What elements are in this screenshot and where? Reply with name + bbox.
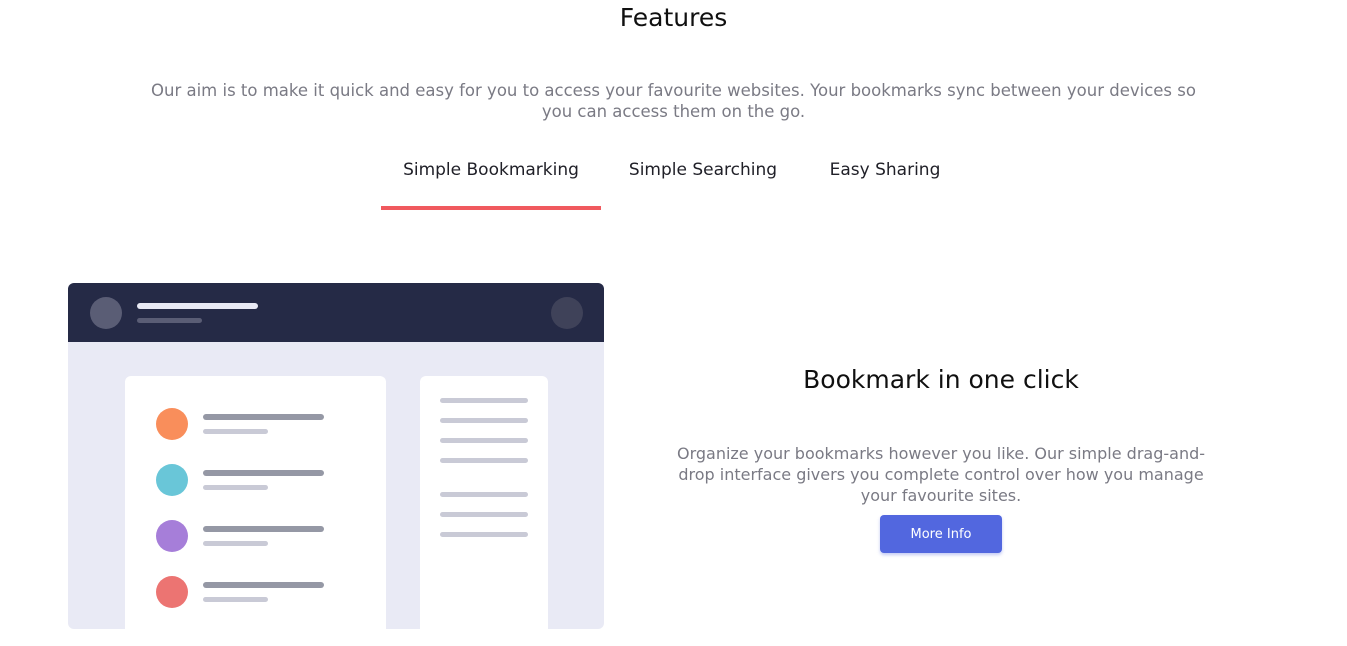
- feature-description: Organize your bookmarks however you like…: [676, 444, 1206, 505]
- red-dot-icon: [156, 576, 188, 608]
- bookmark-illustration: [68, 283, 604, 629]
- feature-title: Bookmark in one click: [803, 365, 1079, 394]
- purple-dot-icon: [156, 520, 188, 552]
- sidebar-line: [440, 458, 528, 463]
- active-tab-indicator: [381, 206, 601, 210]
- sidebar-line: [440, 532, 528, 537]
- list-subline: [203, 485, 268, 490]
- sidebar-card: [420, 376, 548, 629]
- tab-simple-searching[interactable]: Simple Searching: [610, 155, 796, 211]
- sidebar-line: [440, 418, 528, 423]
- tab-easy-sharing[interactable]: Easy Sharing: [812, 155, 958, 211]
- list-line: [203, 470, 324, 476]
- orange-dot-icon: [156, 408, 188, 440]
- list-subline: [203, 541, 268, 546]
- sidebar-line: [440, 492, 528, 497]
- features-section: Features Our aim is to make it quick and…: [0, 0, 1347, 646]
- tab-simple-bookmarking[interactable]: Simple Bookmarking: [381, 155, 601, 211]
- avatar-placeholder-icon: [90, 297, 122, 329]
- list-line: [203, 526, 324, 532]
- menu-circle-icon: [551, 297, 583, 329]
- illustration-header: [68, 283, 604, 342]
- sidebar-line: [440, 512, 528, 517]
- header-line: [137, 303, 258, 309]
- list-line: [203, 414, 324, 420]
- list-subline: [203, 597, 268, 602]
- bookmark-list-card: [125, 376, 386, 629]
- list-subline: [203, 429, 268, 434]
- sidebar-line: [440, 398, 528, 403]
- sidebar-line: [440, 438, 528, 443]
- header-subline: [137, 318, 202, 323]
- more-info-button[interactable]: More Info: [880, 515, 1002, 553]
- list-line: [203, 582, 324, 588]
- section-intro: Our aim is to make it quick and easy for…: [151, 81, 1196, 121]
- feature-tabs: Simple Bookmarking Simple Searching Easy…: [0, 155, 1347, 215]
- teal-dot-icon: [156, 464, 188, 496]
- section-title: Features: [619, 3, 728, 32]
